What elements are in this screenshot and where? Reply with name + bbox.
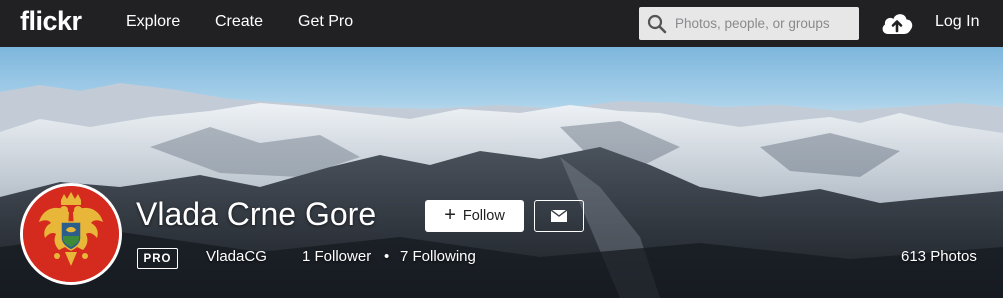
nav-get-pro[interactable]: Get Pro: [298, 13, 353, 31]
search-icon[interactable]: [639, 7, 675, 40]
top-navigation-bar: flickr Explore Create Get Pro Log In: [0, 0, 1003, 47]
flickr-logo[interactable]: flickr: [20, 6, 82, 37]
mail-icon: [551, 210, 567, 222]
profile-display-name: Vlada Crne Gore: [136, 196, 377, 232]
nav-create[interactable]: Create: [215, 13, 263, 31]
followers-link[interactable]: 1 Follower: [302, 248, 371, 265]
following-link[interactable]: 7 Following: [400, 248, 476, 265]
search-input[interactable]: [675, 7, 855, 40]
photos-count[interactable]: 613 Photos: [901, 248, 977, 265]
upload-cloud-icon[interactable]: [880, 10, 914, 36]
avatar[interactable]: [20, 183, 122, 285]
plus-icon: +: [444, 204, 456, 226]
follow-button-label: Follow: [462, 208, 505, 224]
pro-badge: PRO: [137, 248, 178, 269]
coat-of-arms-icon: [23, 186, 119, 282]
nav-explore[interactable]: Explore: [126, 13, 180, 31]
send-message-button[interactable]: [534, 200, 584, 232]
meta-separator: •: [384, 248, 390, 265]
login-link[interactable]: Log In: [935, 13, 979, 31]
search-box: [639, 7, 859, 40]
username: VladaCG: [206, 248, 267, 265]
follow-button[interactable]: + Follow: [425, 200, 524, 232]
